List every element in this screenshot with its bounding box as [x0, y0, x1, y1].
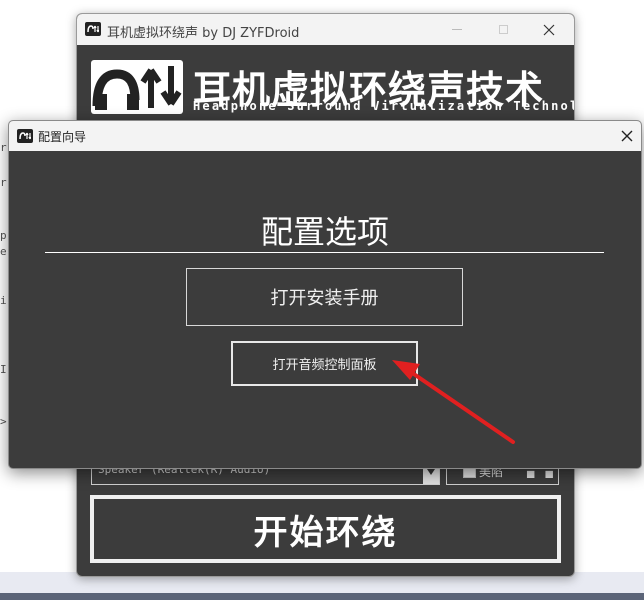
background-code-char: r [0, 141, 7, 154]
background-code-char: e [0, 245, 7, 258]
main-titlebar[interactable]: 耳机虚拟环绕声 by DJ ZYFDroid [77, 14, 574, 45]
app-banner: 耳机虚拟环绕声技术 Headphone Surround Virtualizat… [87, 58, 574, 118]
background-code-char: I [0, 363, 7, 376]
open-manual-button[interactable]: 打开安装手册 [186, 268, 463, 326]
headphone-logo-icon [91, 60, 183, 114]
close-icon [543, 24, 555, 35]
app-icon [17, 129, 33, 143]
start-surround-button[interactable]: 开始环绕 [90, 495, 561, 563]
taskbar-edge [0, 593, 644, 600]
open-audio-panel-button[interactable]: 打开音频控制面板 [231, 341, 418, 386]
config-wizard-dialog: 配置向导 配置选项 打开安装手册 打开音频控制面板 [8, 120, 642, 469]
dialog-heading: 配置选项 [260, 213, 389, 251]
dialog-title: 配置向导 [38, 130, 87, 144]
heading-divider [45, 252, 604, 253]
dialog-titlebar[interactable]: 配置向导 [9, 121, 641, 151]
background-code-char: i [0, 294, 7, 307]
close-icon [621, 130, 633, 142]
maximize-button[interactable] [480, 14, 526, 45]
window-title: 耳机虚拟环绕声 by DJ ZYFDroid [107, 26, 300, 41]
background-code-char: p [0, 229, 7, 242]
background-code-char: > [0, 415, 7, 428]
close-button[interactable] [526, 14, 572, 45]
minimize-icon [452, 29, 462, 30]
app-icon [85, 22, 101, 36]
minimize-button[interactable] [434, 14, 480, 45]
dialog-close-button[interactable] [619, 128, 635, 144]
maximize-icon [498, 25, 508, 34]
background-code-char: r [0, 176, 7, 189]
banner-subtitle: Headphone Surround Virtualization Techno… [193, 99, 575, 113]
